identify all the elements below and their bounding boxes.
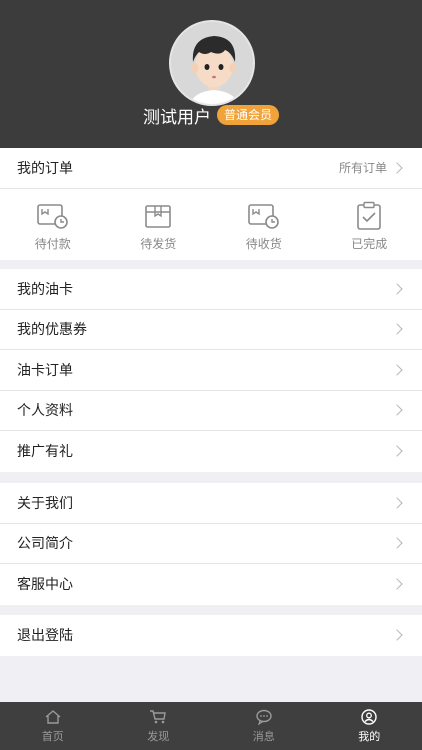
menu-group-account: 我的油卡 我的优惠券 油卡订单 个人资料 推广有礼 <box>0 269 422 472</box>
menu-item-label: 油卡订单 <box>17 362 73 379</box>
box-icon <box>145 204 172 228</box>
user-icon <box>361 708 377 725</box>
menu-item-label: 我的油卡 <box>17 281 73 298</box>
wallet-clock-icon <box>247 203 279 229</box>
chevron-right-icon <box>391 578 403 590</box>
tab-label: 发现 <box>147 729 170 743</box>
tab-messages[interactable]: 消息 <box>211 702 317 750</box>
tab-label: 我的 <box>358 729 381 743</box>
order-status-completed[interactable]: 已完成 <box>317 201 422 252</box>
menu-item-company-intro[interactable]: 公司简介 <box>0 524 422 564</box>
chevron-right-icon <box>391 364 403 376</box>
chevron-right-icon <box>391 283 403 295</box>
orders-section: 我的订单 所有订单 待付款 待发货 待收货 已完成 <box>0 148 422 260</box>
avatar-illustration <box>171 22 253 104</box>
profile-header: 测试用户 普通会员 <box>0 0 422 148</box>
order-status-label: 待收货 <box>245 236 282 251</box>
order-status-pending-receipt[interactable]: 待收货 <box>211 201 316 252</box>
chevron-right-icon <box>391 404 403 416</box>
my-orders-label: 我的订单 <box>17 160 73 177</box>
logout-button[interactable]: 退出登陆 <box>0 615 422 656</box>
order-status-label: 待发货 <box>140 236 177 251</box>
home-icon <box>45 709 61 724</box>
menu-item-fuel-card-orders[interactable]: 油卡订单 <box>0 350 422 391</box>
wallet-clock-icon <box>36 203 68 229</box>
menu-item-customer-service[interactable]: 客服中心 <box>0 564 422 605</box>
menu-item-label: 公司简介 <box>17 536 73 553</box>
menu-item-about-us[interactable]: 关于我们 <box>0 483 422 524</box>
menu-item-my-coupons[interactable]: 我的优惠券 <box>0 310 422 350</box>
cart-icon <box>150 709 167 723</box>
tab-label: 消息 <box>252 729 275 743</box>
menu-item-profile[interactable]: 个人资料 <box>0 391 422 431</box>
menu-item-my-fuel-card[interactable]: 我的油卡 <box>0 269 422 310</box>
order-status-pending-shipment[interactable]: 待发货 <box>106 201 211 252</box>
username: 测试用户 <box>142 107 211 128</box>
my-orders-row[interactable]: 我的订单 所有订单 <box>0 148 422 189</box>
chevron-right-icon <box>391 323 403 335</box>
all-orders-link[interactable]: 所有订单 <box>339 159 387 176</box>
order-status-bar: 待付款 待发货 待收货 已完成 <box>0 189 422 260</box>
menu-group-company: 关于我们 公司简介 客服中心 <box>0 483 422 605</box>
chevron-right-icon <box>391 497 403 509</box>
chat-icon <box>256 709 272 725</box>
member-badge: 普通会员 <box>216 105 279 125</box>
chevron-right-icon <box>391 445 403 457</box>
order-status-pending-payment[interactable]: 待付款 <box>0 201 105 252</box>
clipboard-check-icon <box>357 201 382 230</box>
menu-item-label: 个人资料 <box>17 403 73 420</box>
bottom-tab-bar: 首页 发现 消息 我的 <box>0 702 422 750</box>
logout-label: 退出登陆 <box>17 628 73 645</box>
menu-item-label: 关于我们 <box>17 495 73 512</box>
tab-label: 首页 <box>41 729 64 743</box>
username-row: 测试用户 普通会员 <box>0 103 422 128</box>
order-status-label: 待付款 <box>34 236 71 251</box>
chevron-right-icon <box>391 629 403 641</box>
menu-item-label: 客服中心 <box>17 577 73 594</box>
tab-discover[interactable]: 发现 <box>106 702 212 750</box>
menu-item-label: 推广有礼 <box>17 444 73 461</box>
avatar[interactable] <box>169 20 255 106</box>
order-status-label: 已完成 <box>351 236 388 251</box>
logout-section: 退出登陆 <box>0 615 422 656</box>
tab-mine[interactable]: 我的 <box>317 702 422 750</box>
tab-home[interactable]: 首页 <box>0 702 106 750</box>
chevron-right-icon <box>391 537 403 549</box>
chevron-right-icon <box>391 162 403 174</box>
menu-item-label: 我的优惠券 <box>17 322 87 339</box>
menu-item-referral[interactable]: 推广有礼 <box>0 431 422 472</box>
